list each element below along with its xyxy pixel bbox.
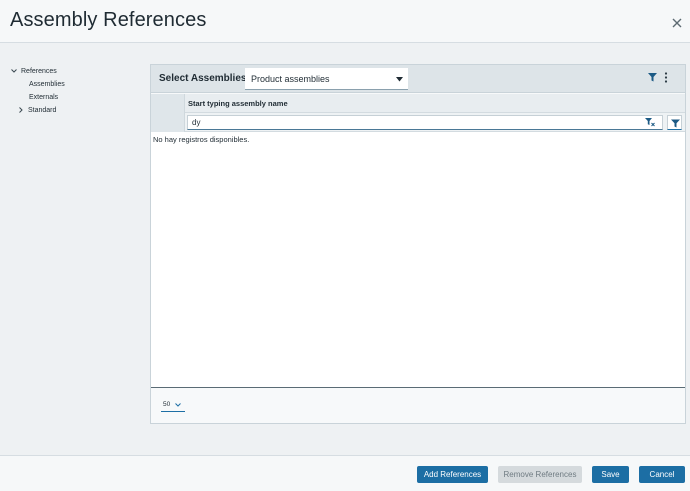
- close-icon[interactable]: [670, 16, 684, 30]
- assemblies-grid: Start typing assembly name No hay regist…: [151, 94, 685, 388]
- tree-item-assemblies[interactable]: Assemblies: [29, 79, 65, 90]
- cancel-button[interactable]: Cancel: [639, 466, 685, 483]
- assembly-type-value: Product assemblies: [251, 74, 330, 84]
- add-references-button[interactable]: Add References: [417, 466, 488, 483]
- dialog-header: Assembly References: [0, 0, 690, 43]
- tree-item-label: References: [21, 68, 57, 75]
- more-options-icon[interactable]: [663, 72, 669, 83]
- chevron-right-icon[interactable]: [17, 106, 25, 114]
- grid-header: Start typing assembly name: [151, 94, 685, 113]
- filter-options-button[interactable]: [667, 115, 682, 130]
- select-assemblies-panel: Select Assemblies Product assemblies Sta…: [150, 64, 686, 424]
- tree-item-externals[interactable]: Externals: [29, 92, 58, 103]
- remove-references-button[interactable]: Remove References: [498, 466, 582, 483]
- caret-down-icon: [396, 77, 403, 82]
- select-all-column[interactable]: [151, 94, 185, 113]
- chevron-down-icon: [175, 403, 181, 407]
- assembly-type-select[interactable]: Product assemblies: [245, 68, 408, 90]
- chevron-down-icon[interactable]: [10, 67, 18, 75]
- filter-row-selector: [151, 113, 185, 132]
- tree-item-label: Externals: [29, 94, 59, 101]
- assembly-name-filter-input[interactable]: [187, 115, 663, 130]
- grid-filter-row: [151, 113, 685, 132]
- clear-filter-icon[interactable]: [645, 118, 655, 127]
- column-header-assembly-name[interactable]: Start typing assembly name: [188, 99, 288, 108]
- tree-item-label: Assemblies: [29, 81, 65, 88]
- tree-item-label: Standard: [28, 107, 57, 114]
- dialog-footer: Add References Remove References Save Ca…: [0, 455, 690, 491]
- filter-icon: [671, 119, 680, 128]
- dialog-title: Assembly References: [10, 9, 207, 31]
- page-size-select[interactable]: 50: [161, 398, 185, 412]
- filter-icon[interactable]: [648, 73, 657, 82]
- empty-message: No hay registros disponibles.: [153, 135, 250, 144]
- panel-toolbar: Select Assemblies Product assemblies: [151, 65, 685, 93]
- panel-title: Select Assemblies: [159, 73, 247, 84]
- save-button[interactable]: Save: [592, 466, 629, 483]
- page-size-value: 50: [163, 401, 171, 408]
